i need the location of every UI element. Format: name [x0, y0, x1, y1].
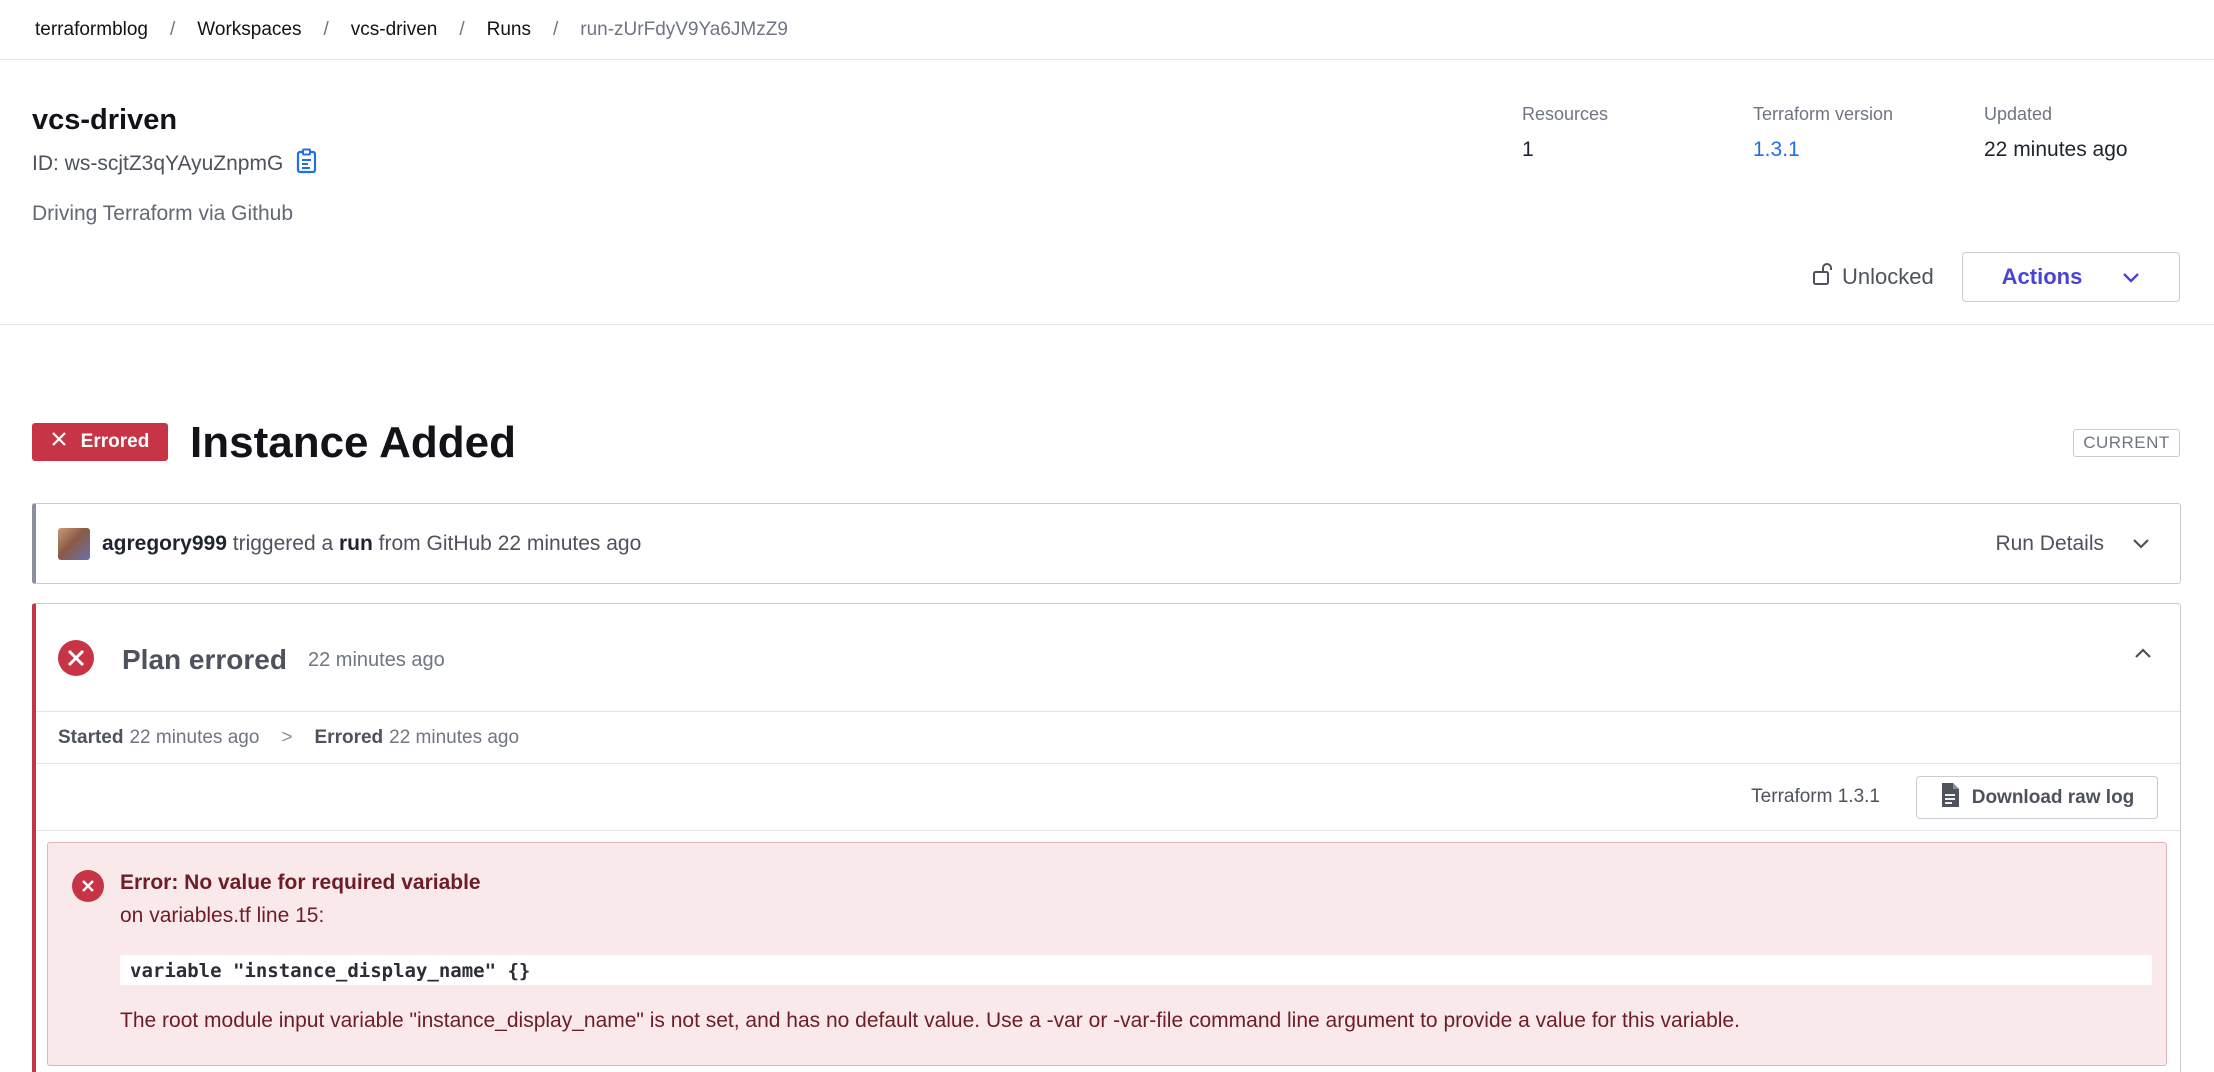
breadcrumb-separator: /	[459, 18, 465, 40]
stat-resources-value: 1	[1522, 138, 1534, 161]
trigger-source: from GitHub 22 minutes ago	[378, 531, 642, 555]
trigger-text: triggered a	[232, 531, 334, 555]
chevron-down-icon	[2132, 532, 2150, 556]
chevron-up-icon[interactable]	[2134, 646, 2152, 664]
error-circle-icon	[72, 870, 104, 907]
file-icon	[1940, 782, 1960, 814]
unlock-icon	[1812, 262, 1832, 292]
download-raw-log-label: Download raw log	[1971, 786, 2135, 808]
stat-updated-label: Updated	[1984, 104, 2053, 124]
run-status-label: Errored	[80, 431, 150, 452]
avatar	[58, 527, 90, 560]
stat-resources: Resources 1	[1522, 104, 1608, 162]
workspace-id-row: ID: ws-scjtZ3qYAyuZnpmG	[32, 148, 319, 180]
run-details-toggle[interactable]: Run Details	[1995, 504, 2150, 583]
breadcrumb-org[interactable]: terraformblog	[35, 19, 148, 41]
stat-tf-version-link[interactable]: 1.3.1	[1753, 138, 1893, 162]
run-status-badge: Errored	[32, 423, 168, 461]
breadcrumb-separator: /	[552, 18, 559, 40]
copy-icon[interactable]	[295, 148, 319, 180]
stat-updated-value: 22 minutes ago	[1984, 138, 2128, 161]
download-raw-log-button[interactable]: Download raw log	[1916, 776, 2158, 819]
chevron-down-icon	[2122, 264, 2140, 290]
breadcrumb-workspaces[interactable]: Workspaces	[197, 19, 301, 41]
error-description: The root module input variable "instance…	[120, 1009, 1740, 1032]
timeline-arrow: >	[281, 726, 293, 748]
plan-time: 22 minutes ago	[308, 649, 445, 671]
terraform-version-label: Terraform 1.3.1	[1751, 786, 1880, 807]
plan-toolbar: Terraform 1.3.1 Download raw log	[36, 764, 2180, 831]
breadcrumb-workspace[interactable]: vcs-driven	[351, 19, 438, 41]
timeline-started-time: 22 minutes ago	[129, 726, 260, 748]
plan-timeline: Started 22 minutes ago > Errored 22 minu…	[36, 712, 2180, 764]
error-message-box: Error: No value for required variable on…	[47, 842, 2167, 1066]
workspace-name: vcs-driven	[32, 104, 178, 136]
actions-dropdown-button[interactable]: Actions	[1962, 252, 2180, 302]
run-title: Instance Added	[190, 418, 516, 467]
actions-label: Actions	[2001, 264, 2083, 289]
breadcrumb-separator: /	[170, 18, 176, 40]
error-code-snippet: variable "instance_display_name" {}	[120, 955, 2152, 985]
timeline-errored-time: 22 minutes ago	[389, 726, 520, 748]
timeline-started-label: Started	[58, 726, 124, 748]
trigger-run-word: run	[339, 531, 373, 555]
run-trigger-card: agregory999 triggered a run from GitHub …	[32, 503, 2181, 584]
stat-terraform-version: Terraform version 1.3.1	[1753, 104, 1893, 162]
workspace-id: ID: ws-scjtZ3qYAyuZnpmG	[32, 152, 284, 175]
breadcrumb-current-run: run-zUrFdyV9Ya6JMzZ9	[580, 18, 788, 40]
error-title: Error: No value for required variable	[120, 871, 481, 894]
header-divider	[0, 324, 2214, 325]
error-location: on variables.tf line 15:	[120, 904, 325, 927]
lock-status[interactable]: Unlocked	[1812, 262, 1934, 292]
current-badge: CURRENT	[2073, 429, 2180, 457]
stat-resources-label: Resources	[1522, 104, 1609, 124]
timeline-errored-label: Errored	[314, 726, 384, 748]
stat-tf-version-label: Terraform version	[1753, 104, 1894, 124]
error-circle-icon	[58, 640, 94, 681]
close-icon	[51, 431, 67, 453]
breadcrumb-runs[interactable]: Runs	[487, 19, 531, 41]
plan-header[interactable]: Plan errored 22 minutes ago	[36, 604, 2180, 712]
lock-status-label: Unlocked	[1842, 264, 1934, 289]
workspace-description: Driving Terraform via Github	[32, 202, 294, 225]
breadcrumb: terraformblog / Workspaces / vcs-driven …	[0, 0, 2214, 60]
run-details-label: Run Details	[1995, 531, 2104, 555]
trigger-user[interactable]: agregory999	[102, 532, 227, 556]
plan-title: Plan errored	[122, 644, 287, 675]
plan-card: Plan errored 22 minutes ago Started 22 m…	[32, 603, 2181, 1072]
stat-updated: Updated 22 minutes ago	[1984, 104, 2128, 162]
breadcrumb-separator: /	[323, 18, 329, 40]
